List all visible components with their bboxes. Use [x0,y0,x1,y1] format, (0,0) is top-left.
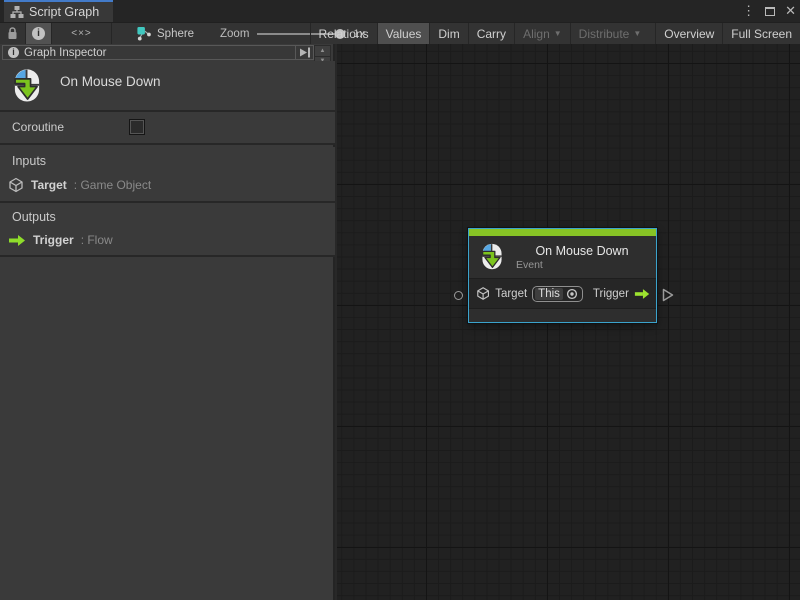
graph-inspector-title: Graph Inspector [24,47,295,59]
align-dropdown[interactable]: Align ▼ [514,23,570,44]
graph-tree-icon [10,5,24,19]
cube-icon [8,177,24,193]
trigger-port-label: Trigger [593,288,629,300]
cube-icon [476,286,490,301]
window-menu-icon[interactable]: ⋮ [742,0,755,22]
chevron-down-icon: ▼ [633,29,641,38]
inputs-section: Inputs Target : Game Object [0,147,335,201]
node-output-port[interactable] [662,288,674,302]
spinner-up-button[interactable]: ▲ [315,46,330,57]
tab-script-graph[interactable]: Script Graph [4,0,113,22]
lock-button[interactable] [0,23,26,44]
input-name: Target [31,178,67,192]
unit-header-section: On Mouse Down [0,61,335,110]
graph-toolbar: i <×> Sphere Zoom 1x Relations Values Di… [0,22,800,44]
on-mouse-down-icon [477,242,507,272]
graph-canvas[interactable]: On Mouse Down Event Target This [337,44,800,600]
on-mouse-down-node[interactable]: On Mouse Down Event Target This [468,228,657,323]
input-row-target: Target : Game Object [8,177,151,193]
divider [0,255,335,257]
relations-button[interactable]: Relations [310,23,377,44]
values-button[interactable]: Values [377,23,430,44]
close-icon[interactable]: ✕ [785,0,796,22]
node-subtitle: Event [516,259,543,271]
inputs-header: Inputs [12,154,46,168]
zoom-label: Zoom [220,28,249,40]
script-graph-icon [136,26,151,41]
node-titles: On Mouse Down Event [516,244,648,271]
overview-button[interactable]: Overview [655,23,722,44]
output-row-trigger: Trigger : Flow [8,233,113,247]
output-type: : Flow [81,233,113,247]
toolbar-left-group: i <×> [0,23,112,44]
node-ports-row: Target This Trigger [469,279,656,308]
title-bar: Script Graph ⋮ ✕ [0,0,800,22]
inspector-toggle-button[interactable]: i [26,23,52,44]
flow-arrow-icon [8,234,26,247]
target-port-label: Target [495,288,527,300]
window-controls: ⋮ ✕ [742,0,796,22]
distribute-dropdown[interactable]: Distribute ▼ [570,23,650,44]
graph-reference[interactable]: Sphere [136,23,194,44]
chevron-down-icon: ▼ [554,29,562,38]
info-icon: i [32,27,45,40]
dim-button[interactable]: Dim [429,23,467,44]
outputs-section: Outputs Trigger : Flow [0,203,335,255]
coroutine-section: Coroutine [0,112,335,143]
tab-title: Script Graph [29,5,99,19]
outputs-header: Outputs [12,210,56,224]
dock-icon [299,47,311,58]
full-screen-button[interactable]: Full Screen [722,23,800,44]
output-name: Trigger [33,233,74,247]
node-input-port[interactable] [454,291,463,300]
flow-arrow-icon [634,288,650,300]
code-icon: <×> [71,28,92,39]
on-mouse-down-node-wrap: On Mouse Down Event Target This [468,228,657,323]
divider [0,143,335,145]
carry-button[interactable]: Carry [468,23,514,44]
dock-panel-button[interactable] [295,46,313,59]
lock-icon [7,27,18,40]
graph-inspector-panel: i Graph Inspector ▲ ▼ On Mouse Down Coro… [0,44,335,600]
node-header[interactable]: On Mouse Down Event [469,236,656,278]
info-icon: i [8,47,19,58]
code-view-button[interactable]: <×> [52,23,112,44]
target-value-field[interactable]: This [532,286,583,302]
maximize-icon[interactable] [765,7,775,16]
on-mouse-down-icon [8,67,46,105]
node-color-bar [469,229,656,236]
node-title: On Mouse Down [535,244,628,258]
target-value: This [535,288,563,300]
unit-title: On Mouse Down [60,74,161,89]
toolbar-right-group: Relations Values Dim Carry Align ▼ Distr… [310,23,800,44]
graph-reference-label: Sphere [157,28,194,40]
node-footer [469,309,656,322]
coroutine-label: Coroutine [12,120,64,134]
input-type: : Game Object [74,178,151,192]
object-picker-icon[interactable] [566,288,578,300]
graph-inspector-header: i Graph Inspector [2,45,314,60]
coroutine-checkbox[interactable] [130,120,144,134]
